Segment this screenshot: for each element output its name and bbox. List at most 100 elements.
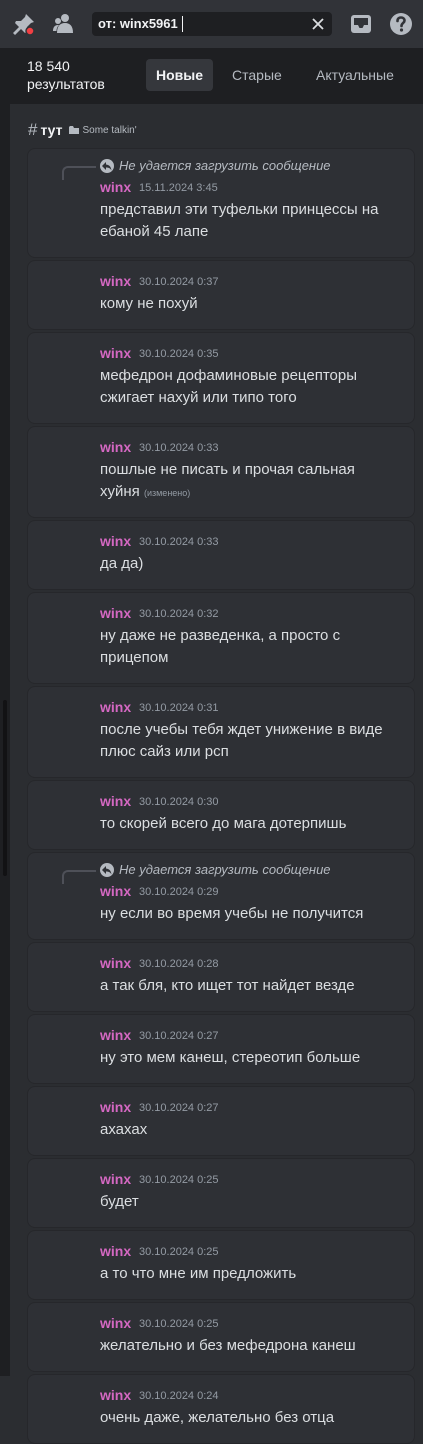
search-field[interactable]: от: winx5961 (92, 12, 332, 36)
reply-connector (62, 166, 96, 180)
message-line: ну если во время учебы не получится (100, 905, 364, 922)
sort-newest[interactable]: Новые (146, 59, 214, 91)
message-timestamp: 30.10.2024 0:28 (139, 958, 219, 970)
message-text: да да) (100, 553, 400, 575)
message-text: а то что мне им предложить (100, 1263, 400, 1285)
message-line: да да) (100, 555, 144, 572)
members-icon[interactable] (52, 12, 76, 36)
message-line: очень даже, желательно без отца (100, 1409, 335, 1426)
message-timestamp: 30.10.2024 0:33 (139, 536, 219, 548)
scroll-track[interactable] (0, 48, 10, 1376)
results-count-label: результатов (27, 76, 105, 92)
author-name[interactable]: winx (100, 533, 131, 549)
author-name[interactable]: winx (100, 345, 131, 361)
reply-arrow-icon (100, 863, 114, 877)
message-card[interactable]: Не удается загрузить сообщение winx 15.11.… (27, 148, 415, 258)
author-name[interactable]: winx (100, 1171, 131, 1187)
sort-relevant[interactable]: Актуальные (306, 59, 404, 91)
category-name: Some talkin' (82, 124, 137, 136)
message-text: ахахах (100, 1119, 400, 1141)
top-bar: от: winx5961 (0, 0, 423, 49)
inbox-icon[interactable] (349, 12, 373, 36)
channel-name: тут (40, 122, 63, 138)
reply-connector (62, 870, 96, 884)
author-name[interactable]: winx (100, 699, 131, 715)
message-card[interactable]: Не удается загрузить сообщение winx 30.10.… (27, 852, 415, 940)
message-line: ну даже не разведенка, а просто с (100, 627, 341, 644)
message-line: мефедрон дофаминовые рецепторы (100, 367, 357, 384)
message-timestamp: 30.10.2024 0:37 (139, 276, 219, 288)
reply-arrow-icon (100, 159, 114, 173)
author-name[interactable]: winx (100, 1387, 131, 1403)
message-card[interactable]: winx 30.10.2024 0:27 ахахах (27, 1086, 415, 1156)
message-card[interactable]: winx 30.10.2024 0:37 кому не похуй (27, 260, 415, 330)
message-line: кому не похуй (100, 295, 198, 312)
message-text: а так бля, кто ищет тот найдет везде (100, 975, 400, 997)
message-line: а то что мне им предложить (100, 1265, 297, 1282)
message-text: то скорей всего до мага дотерпишь (100, 813, 400, 835)
hash-icon: # (28, 120, 38, 139)
folder-icon (68, 126, 79, 134)
message-line: хуйня (100, 483, 140, 500)
sort-oldest[interactable]: Старые (222, 59, 292, 91)
message-text: после учебы тебя ждет унижение в виде плю… (100, 719, 400, 763)
author-name[interactable]: winx (100, 1315, 131, 1331)
message-card[interactable]: winx 30.10.2024 0:25 будет (27, 1158, 415, 1228)
author-name[interactable]: winx (100, 1099, 131, 1115)
message-card[interactable]: winx 30.10.2024 0:27 ну это мем канеш, сте… (27, 1014, 415, 1084)
author-name[interactable]: winx (100, 439, 131, 455)
message-timestamp: 30.10.2024 0:24 (139, 1390, 219, 1402)
message-timestamp: 30.10.2024 0:33 (139, 442, 219, 454)
message-card[interactable]: winx 30.10.2024 0:25 а то что мне им предл… (27, 1230, 415, 1300)
edited-label: (изменено) (143, 488, 191, 498)
results-count-number: 18 540 (27, 58, 70, 74)
message-line: ебаной 45 лапе (100, 223, 209, 240)
message-line: представил эти туфельки принцессы на (100, 201, 379, 218)
search-filter-token[interactable]: от: winx5961 (98, 16, 178, 31)
message-timestamp: 30.10.2024 0:32 (139, 608, 219, 620)
pin-icon[interactable] (12, 12, 36, 36)
message-text: ну даже не разведенка, а просто с прицепо… (100, 625, 400, 669)
message-line: сжигает нахуй или типо того (100, 389, 297, 406)
help-icon[interactable] (389, 12, 413, 36)
message-line: пошлые не писать и прочая сальная (100, 461, 355, 478)
message-line: а так бля, кто ищет тот найдет везде (100, 977, 355, 994)
author-name[interactable]: winx (100, 883, 131, 899)
message-timestamp: 30.10.2024 0:25 (139, 1174, 219, 1186)
author-name[interactable]: winx (100, 955, 131, 971)
text-caret (182, 16, 183, 32)
message-card[interactable]: winx 30.10.2024 0:28 а так бля, кто ищет т… (27, 942, 415, 1012)
author-name[interactable]: winx (100, 273, 131, 289)
message-line: после учебы тебя ждет унижение в виде (100, 721, 383, 738)
message-text: ну если во время учебы не получится (100, 903, 400, 925)
author-name[interactable]: winx (100, 605, 131, 621)
message-text: очень даже, желательно без отца (100, 1407, 400, 1429)
message-text: пошлые не писать и прочая сальная хуйня (… (100, 459, 400, 504)
message-timestamp: 15.11.2024 3:45 (139, 182, 218, 194)
message-card[interactable]: winx 30.10.2024 0:24 очень даже, желательн… (27, 1374, 415, 1444)
results-count: 18 540 результатов (27, 57, 105, 93)
channel-header[interactable]: # тут Some talkin' (28, 120, 137, 140)
message-line: ахахах (100, 1121, 148, 1138)
message-card[interactable]: winx 30.10.2024 0:30 то скорей всего до ма… (27, 780, 415, 850)
results-header: 18 540 результатов Новые Старые Актуальн… (10, 48, 423, 104)
message-line: ну это мем канеш, стереотип больше (100, 1049, 361, 1066)
message-line: плюс сайз или рсп (100, 743, 229, 760)
message-card[interactable]: winx 30.10.2024 0:33 пошлые не писать и пр… (27, 426, 415, 518)
reply-unavailable-text[interactable]: Не удается загрузить сообщение (119, 862, 331, 877)
message-timestamp: 30.10.2024 0:31 (139, 702, 219, 714)
message-card[interactable]: winx 30.10.2024 0:25 желательно и без мефе… (27, 1302, 415, 1372)
reply-unavailable-text[interactable]: Не удается загрузить сообщение (119, 158, 331, 173)
close-icon[interactable] (310, 16, 326, 32)
scrollbar-thumb[interactable] (3, 700, 7, 876)
message-card[interactable]: winx 30.10.2024 0:31 после учебы тебя ждет… (27, 686, 415, 778)
author-name[interactable]: winx (100, 793, 131, 809)
message-card[interactable]: winx 30.10.2024 0:32 ну даже не разведенка… (27, 592, 415, 684)
author-name[interactable]: winx (100, 1027, 131, 1043)
message-text: кому не похуй (100, 293, 400, 315)
message-card[interactable]: winx 30.10.2024 0:33 да да) (27, 520, 415, 590)
author-name[interactable]: winx (100, 179, 131, 195)
message-card[interactable]: winx 30.10.2024 0:35 мефедрон дофаминовые … (27, 332, 415, 424)
message-line: то скорей всего до мага дотерпишь (100, 815, 347, 832)
author-name[interactable]: winx (100, 1243, 131, 1259)
